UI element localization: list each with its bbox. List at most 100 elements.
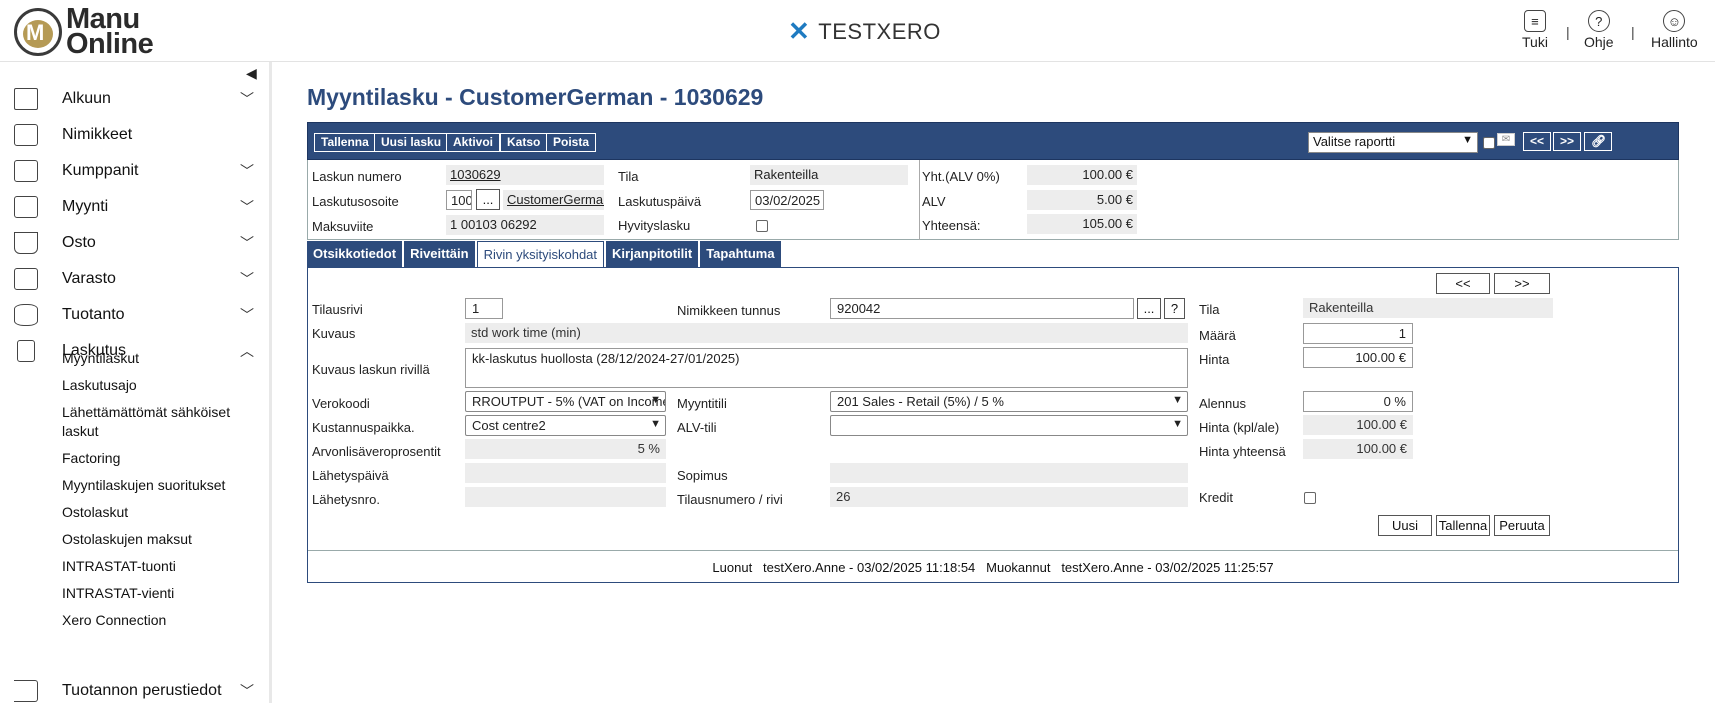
- invoice-number-label: Laskun numero: [312, 169, 402, 184]
- report-select[interactable]: Valitse raportti ▼: [1308, 132, 1478, 153]
- activate-button[interactable]: Aktivoi: [446, 133, 501, 152]
- help-icon: ?: [1587, 10, 1610, 32]
- sidebar-item-varasto[interactable]: Varasto ﹀: [0, 261, 272, 297]
- item-help-button[interactable]: ?: [1164, 298, 1185, 319]
- report-email-checkbox[interactable]: [1483, 137, 1495, 149]
- sidebar-item-myynti[interactable]: Myynti ﹀: [0, 189, 272, 225]
- subitem-intrastat-tuonti[interactable]: INTRASTAT-tuonti: [62, 557, 262, 576]
- delete-button[interactable]: Poista: [546, 133, 597, 152]
- chevron-down-icon: ﹀: [240, 683, 254, 699]
- divider: [919, 160, 920, 240]
- main-content: Myyntilasku - CustomerGerman - 1030629 T…: [275, 62, 1715, 703]
- sidebar-item-tuotannon-perustiedot[interactable]: Tuotannon perustiedot ﹀: [0, 673, 272, 709]
- quantity-input[interactable]: 1: [1303, 323, 1413, 344]
- warehouse-icon: [14, 268, 38, 290]
- row-status-value: Rakenteilla: [1303, 298, 1553, 318]
- contract-value: [830, 463, 1188, 483]
- support-button[interactable]: ≡ Tuki: [1522, 10, 1548, 50]
- sidebar-item-label: Myynti: [62, 198, 109, 215]
- sidebar-item-alkuun[interactable]: Alkuun ﹀: [0, 81, 272, 117]
- tax-code-label: Verokoodi: [312, 396, 370, 411]
- vat-account-select[interactable]: ▼: [830, 415, 1188, 436]
- prev-invoice-button[interactable]: <<: [1523, 132, 1552, 151]
- discount-input[interactable]: 0 %: [1303, 391, 1413, 412]
- vat-pct-value: 5 %: [465, 439, 666, 459]
- invoice-desc-textarea[interactable]: kk-laskutus huollosta (28/12/2024-27/01/…: [465, 348, 1188, 388]
- logo-line2: Online: [66, 28, 154, 60]
- subitem-xero-connection[interactable]: Xero Connection: [62, 611, 262, 630]
- vat-value: 5.00 €: [1027, 190, 1137, 210]
- chevron-down-icon: ﹀: [240, 235, 254, 251]
- billing-customer-link[interactable]: CustomerGerman: [503, 190, 604, 210]
- chevron-down-icon: ﹀: [240, 271, 254, 287]
- subitem-ostolaskut[interactable]: Ostolaskut: [62, 503, 262, 522]
- sidebar-item-label: Alkuun: [62, 90, 111, 107]
- manu-online-logo[interactable]: M Manu Online: [14, 5, 154, 60]
- chevron-down-icon: ▼: [1462, 134, 1473, 146]
- modified-label: Muokannut: [986, 560, 1051, 575]
- credit-checkbox[interactable]: [1304, 492, 1316, 504]
- subitem-lahettamattomat[interactable]: Lähettämättömät sähköiset laskut: [62, 403, 262, 441]
- tab-tapahtuma[interactable]: Tapahtuma: [700, 241, 781, 267]
- tab-kirjanpitotilit[interactable]: Kirjanpitotilit: [606, 241, 699, 267]
- subitem-ostolaskujen-maksut[interactable]: Ostolaskujen maksut: [62, 530, 262, 549]
- subitem-laskutusajo[interactable]: Laskutusajo: [62, 376, 262, 395]
- admin-label: Hallinto: [1651, 34, 1698, 50]
- tax-code-select[interactable]: RROUTPUT - 5% (VAT on Income) ▼: [465, 391, 666, 412]
- report-select-value: Valitse raportti: [1313, 134, 1396, 149]
- tab-otsikkotiedot[interactable]: Otsikkotiedot: [307, 241, 403, 267]
- credit-note-label: Hyvityslasku: [618, 218, 691, 233]
- chevron-down-icon: ▼: [1172, 418, 1183, 430]
- subitem-myyntilaskut[interactable]: Myyntilaskut: [62, 349, 262, 368]
- chevron-down-icon: ▼: [650, 394, 661, 406]
- prev-row-button[interactable]: <<: [1436, 273, 1490, 294]
- email-icon[interactable]: ✉: [1497, 133, 1515, 146]
- subitem-factoring[interactable]: Factoring: [62, 449, 262, 468]
- sidebar-item-osto[interactable]: Osto ﹀: [0, 225, 272, 261]
- tab-rivin-yksityiskohdat[interactable]: Rivin yksityiskohdat: [476, 241, 605, 267]
- credit-note-checkbox[interactable]: [756, 220, 768, 232]
- next-row-button[interactable]: >>: [1494, 273, 1550, 294]
- item-code-input[interactable]: 920042: [830, 298, 1134, 319]
- cost-center-value: Cost centre2: [472, 418, 546, 433]
- save-button[interactable]: Tallenna: [314, 133, 376, 152]
- collapse-sidebar-icon[interactable]: ◀: [246, 65, 257, 82]
- basket-icon: [14, 232, 38, 254]
- item-browse-button[interactable]: ...: [1137, 298, 1161, 319]
- tab-riveittain[interactable]: Riveittäin: [404, 241, 475, 267]
- document-icon: [17, 340, 35, 362]
- sidebar-item-label: Nimikkeet: [62, 126, 133, 143]
- admin-button[interactable]: ☺ Hallinto: [1651, 10, 1698, 50]
- separator: |: [1566, 24, 1570, 40]
- chevron-down-icon: ﹀: [240, 199, 254, 215]
- invoice-number[interactable]: 1030629: [446, 165, 604, 185]
- view-button[interactable]: Katso: [500, 133, 548, 152]
- subitem-intrastat-vienti[interactable]: INTRASTAT-vienti: [62, 584, 262, 603]
- description-label: Kuvaus: [312, 326, 356, 341]
- new-invoice-button[interactable]: Uusi lasku: [374, 133, 449, 152]
- order-no-label: Tilausnumero / rivi: [677, 492, 783, 507]
- new-row-button[interactable]: Uusi: [1378, 515, 1432, 536]
- order-row-input[interactable]: 1: [465, 298, 503, 319]
- cancel-row-button[interactable]: Peruuta: [1494, 515, 1550, 536]
- sidebar-item-kumppanit[interactable]: Kumppanit ﹀: [0, 153, 272, 189]
- sidebar-item-nimikkeet[interactable]: Nimikkeet: [0, 117, 272, 153]
- sales-account-select[interactable]: 201 Sales - Retail (5%) / 5 % ▼: [830, 391, 1188, 412]
- sidebar: ◀ Alkuun ﹀ Nimikkeet Kumppanit ﹀ Myynti …: [0, 62, 272, 703]
- subitem-myyntilaskujen-suoritukset[interactable]: Myyntilaskujen suoritukset: [62, 476, 262, 495]
- billing-browse-button[interactable]: ...: [476, 189, 500, 210]
- billing-code-input[interactable]: 1003: [446, 190, 472, 210]
- attachment-icon[interactable]: 🔗︎: [1584, 132, 1612, 151]
- cost-center-select[interactable]: Cost centre2 ▼: [465, 415, 666, 436]
- separator: |: [1631, 24, 1635, 40]
- contract-label: Sopimus: [677, 468, 728, 483]
- save-row-button[interactable]: Tallenna: [1436, 515, 1490, 536]
- invoice-date-input[interactable]: 03/02/2025: [750, 190, 824, 210]
- help-button[interactable]: ? Ohje: [1584, 10, 1614, 50]
- total-ex-vat-value: 100.00 €: [1027, 165, 1137, 185]
- top-bar: M Manu Online ✕ TESTXERO ≡ Tuki | ? Ohje…: [0, 0, 1715, 62]
- next-invoice-button[interactable]: >>: [1553, 132, 1582, 151]
- sidebar-item-label: Tuotannon perustiedot: [62, 682, 222, 699]
- price-input[interactable]: 100.00 €: [1303, 347, 1413, 368]
- sidebar-item-tuotanto[interactable]: Tuotanto ﹀: [0, 297, 272, 333]
